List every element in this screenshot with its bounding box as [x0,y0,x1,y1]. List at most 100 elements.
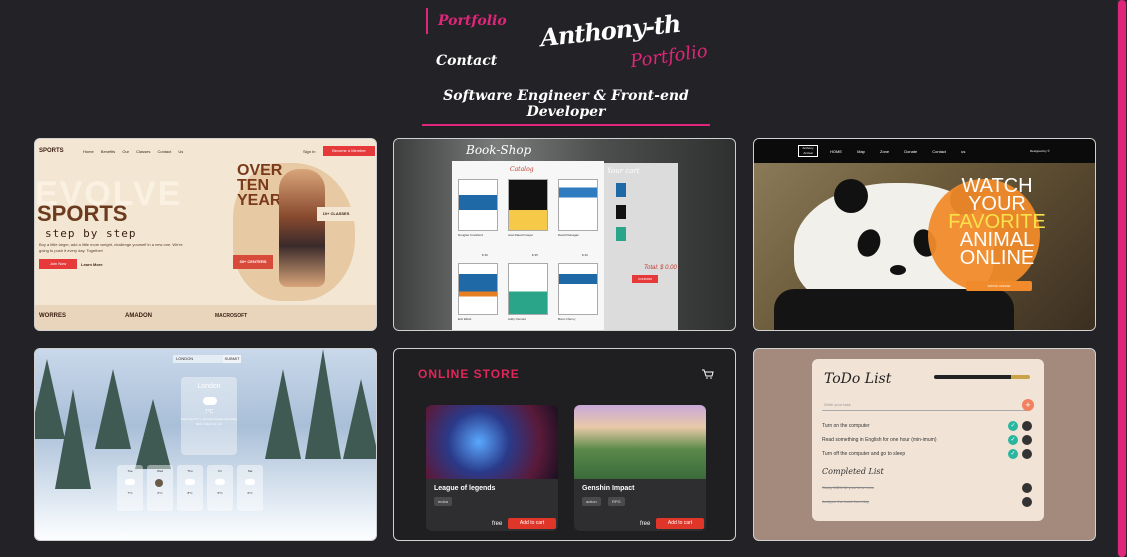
forecast-day: Tue 7°C [117,465,143,511]
forecast-day: Wed 6°C [147,465,173,511]
project-card-todo[interactable]: ToDo List Write your task + Turn on the … [753,348,1096,541]
todo-item: Turn on the computer [822,423,870,429]
pen-icon [934,375,1030,379]
weather-search-input: LONDON [173,355,223,363]
book-cover [558,179,598,231]
todo-item: Turn off the computer and go to sleep [822,451,906,457]
logo-text: Anthony-th [538,8,682,53]
project-card-store[interactable]: ONLINE STORE League of legends moba free… [393,348,736,541]
completed-title: Completed List [822,467,884,476]
sports-subtitle: step by step [45,227,137,240]
cart-item-thumb [616,227,626,241]
panda-legs [774,289,1014,330]
cart-icon [702,369,714,379]
product-tag: moba [434,497,453,506]
forecast-day-label: Thu [187,469,193,473]
cart-item [616,227,674,243]
project-card-weather[interactable]: LONDON SUBMIT London 7°C Feels like 5°C … [34,348,377,541]
todo-input: Write your task [822,399,1028,411]
nav-contact-link[interactable]: Contact [426,48,506,74]
book-author: Addy Osmani [508,317,527,321]
product-tag: RPG [608,497,625,506]
trash-icon [1022,421,1032,431]
panda-nose [890,265,906,275]
project-card-bookshop[interactable]: Book-Shop Catalog Douglas Crockford $ 30… [393,138,736,331]
todo-item: Read something in English for one hour (… [822,437,937,443]
product-card: League of legends moba [426,405,558,531]
cart-item [616,183,674,199]
sports-athlete-image [279,169,325,287]
weather-details: Feels like 5°C | overcast clouds | Humid… [181,417,237,426]
project-card-sports[interactable]: SPORTS Home Benefits Our Classes Contact… [34,138,377,331]
sports-description: Buy a little larger, add a little more w… [39,242,183,253]
add-to-cart-button[interactable]: Add to cart [508,518,556,529]
book-cover [508,263,548,315]
forecast-day: Fri 5°C [207,465,233,511]
cloud-icon [215,479,225,485]
product-tag: action [582,497,601,506]
check-icon: ✓ [1008,435,1018,445]
sports-classes-badge: 10+ CLASSES [317,207,355,221]
zoo-designed-by: Designed by © [1030,149,1050,153]
zoo-nav-links: HOME Map Zone Donate Contact us [830,149,966,154]
site-logo[interactable]: Anthony-th Portfolio [539,9,710,80]
product-name: League of legends [434,485,496,492]
forecast-day: Thu 8°C [177,465,203,511]
sports-join-button: Join Now [39,259,77,269]
forecast-temp: 5°C [217,491,223,495]
book-price: $ 30 [482,253,488,257]
book-cover [458,179,498,231]
forecast-day-label: Sat [247,469,253,473]
book-cover [458,263,498,315]
zoo-hero-heading: WATCH YOUR FAVORITE ANIMAL ONLINE [922,176,1072,269]
forecast-day-label: Tue [127,469,133,473]
cloud-icon [203,397,217,405]
product-image [426,405,558,479]
main-nav: Portfolio Contact [426,8,507,74]
project-card-zoo[interactable]: Anthony Animal HOME Map Zone Donate Cont… [753,138,1096,331]
sports-learn-link: Learn More [81,262,103,267]
book-price: $ 35 [532,253,538,257]
sports-brand-logo: WORRES [39,313,66,319]
trash-icon [1022,483,1032,493]
product-card: Genshin Impact action RPG [574,405,706,531]
forecast-day-label: Wed [156,469,164,473]
add-icon: + [1022,399,1034,411]
sports-brand: SPORTS [39,148,64,154]
sports-nav-links: Home Benefits Our Classes Contact Us [83,149,184,154]
sports-brand-logo: MACROSOFT [215,313,248,319]
book-author: David Flanagan [558,233,580,237]
sports-title: SPORTS [37,201,128,226]
moon-icon [155,479,163,487]
zoo-watch-button: WATCH ONLINE [966,281,1032,291]
cart-item-thumb [616,183,626,197]
book-author: Eric Elliott [458,317,472,321]
book-price: $ 40 [582,253,588,257]
logo-subtext: Portfolio [628,40,709,73]
sports-centers-badge: 30+ CENTERS [233,255,273,269]
zoo-hero-line: ONLINE [959,247,1035,269]
bookshop-title: Book-Shop [466,143,532,157]
scrollbar-thumb[interactable] [1118,0,1126,557]
cloud-icon [245,479,255,485]
trash-icon [1022,497,1032,507]
snowy-tree [55,389,91,489]
trash-icon [1022,449,1032,459]
nav-portfolio-link[interactable]: Portfolio [426,8,507,34]
check-icon: ✓ [1008,449,1018,459]
cart-item-thumb [616,205,626,219]
forecast-temp: 8°C [187,491,193,495]
book-author: Douglas Crockford [458,233,483,237]
product-name: Genshin Impact [582,485,635,492]
add-to-cart-button[interactable]: Add to cart [656,518,704,529]
snowy-tree [95,369,131,449]
check-icon: ✓ [1008,421,1018,431]
sports-member-button: Become a Member [323,146,375,156]
store-title: ONLINE STORE [418,367,520,381]
cart-item [616,205,674,221]
completed-item: Study MDN till your time runs [822,485,874,490]
book-cover [508,179,548,231]
cloud-icon [185,479,195,485]
weather-temperature: 7°C [204,409,214,415]
bookshop-confirm-button: CONFIRM [632,275,658,283]
